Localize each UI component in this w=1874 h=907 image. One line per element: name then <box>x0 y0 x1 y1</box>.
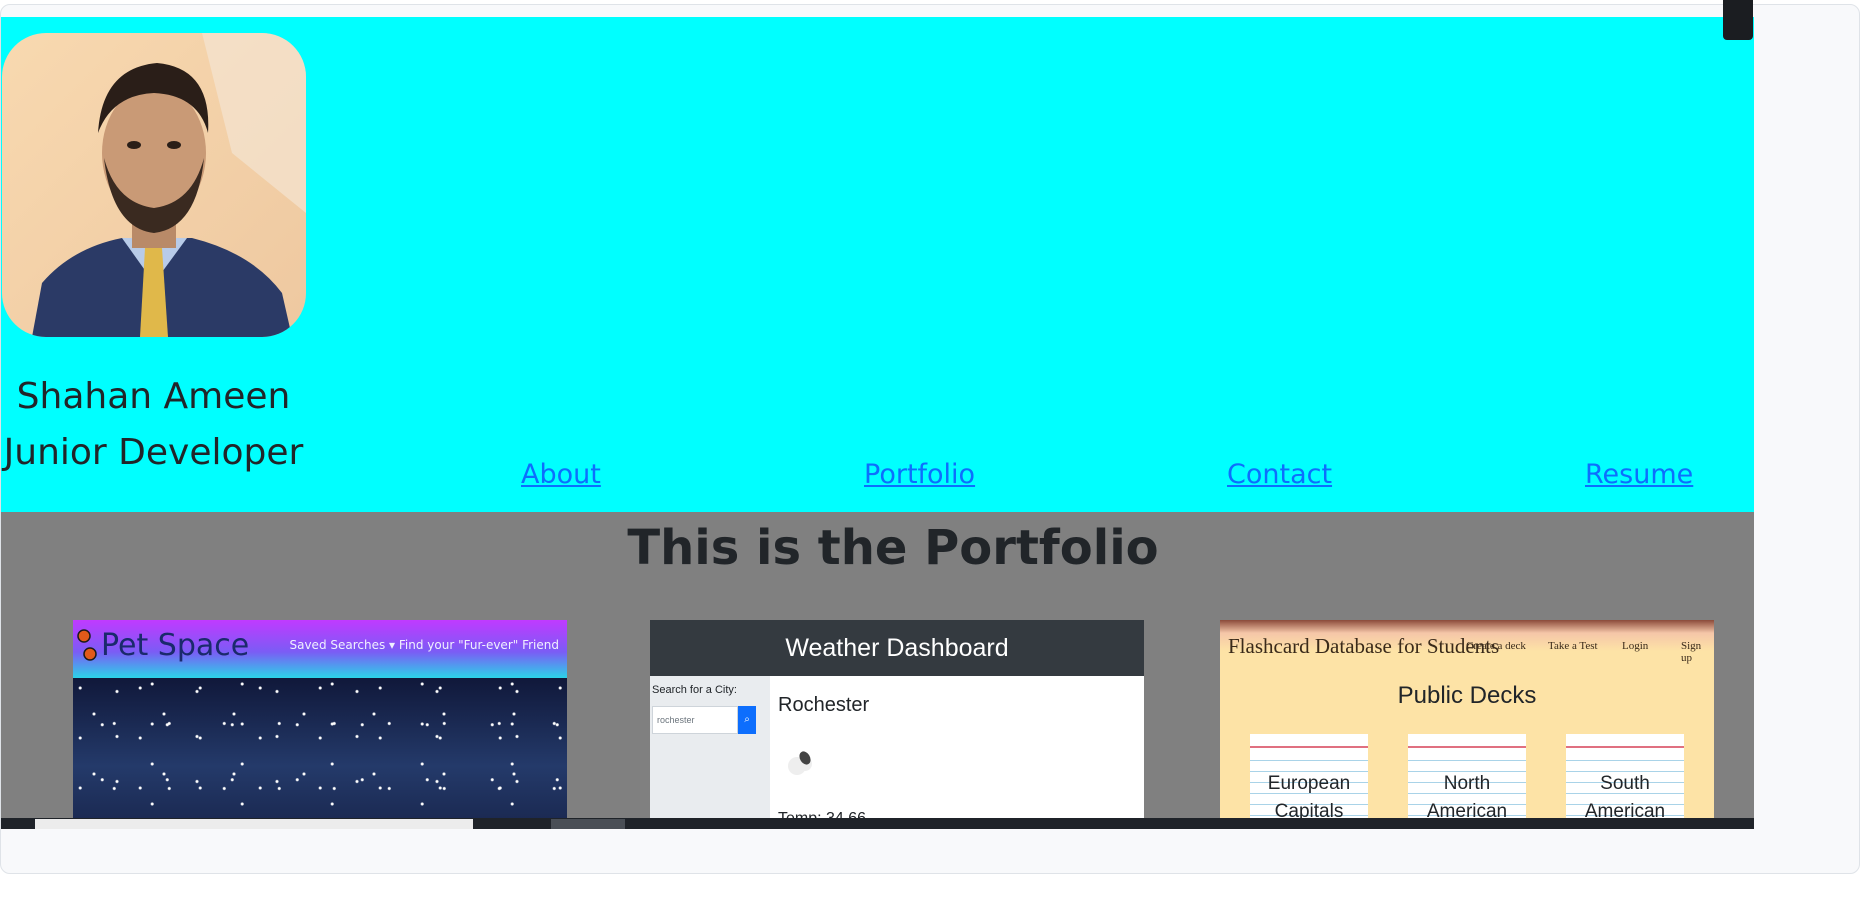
nav-link-contact[interactable]: Contact <box>1227 459 1332 490</box>
floating-widget[interactable] <box>1723 0 1753 40</box>
weather-search-input: rochester <box>652 706 738 734</box>
flashcards-header: Flashcard Database for Students Create a… <box>1220 620 1714 672</box>
project-card-flashcards[interactable]: Flashcard Database for Students Create a… <box>1220 620 1714 825</box>
pet-space-logo: Pet Space <box>101 628 250 663</box>
project-card-pet-space[interactable]: Pet Space Saved Searches ▾ Find your "Fu… <box>73 620 567 825</box>
flashcards-nav-test: Take a Test <box>1548 640 1598 652</box>
pet-space-nav: Saved Searches ▾ Find your "Fur-ever" Fr… <box>289 638 559 652</box>
browser-frame: Shahan Ameen Junior Developer About Port… <box>0 4 1860 874</box>
site-header: Shahan Ameen Junior Developer About Port… <box>1 17 1754 512</box>
portfolio-section: This is the Portfolio Pet Space Saved Se… <box>1 512 1754 825</box>
deck-card: South American <box>1566 734 1684 825</box>
scrollbar-segment <box>551 819 625 829</box>
flashcards-nav-create: Create a deck <box>1466 640 1526 652</box>
nav-link-about[interactable]: About <box>521 459 601 490</box>
paw-icon <box>77 629 97 661</box>
project-card-weather-dashboard[interactable]: Weather Dashboard Search for a City: roc… <box>650 620 1144 825</box>
profile-role: Junior Developer <box>3 432 304 473</box>
weather-city: Rochester <box>778 694 870 716</box>
portfolio-title: This is the Portfolio <box>627 520 1159 576</box>
horizontal-scrollbar[interactable] <box>1 818 1754 829</box>
flashcards-nav-signup: Sign up <box>1681 640 1702 664</box>
nav-link-resume[interactable]: Resume <box>1585 459 1693 490</box>
profile-photo <box>2 33 306 337</box>
pet-space-starfield <box>73 678 567 825</box>
page-viewport: Shahan Ameen Junior Developer About Port… <box>1 17 1754 825</box>
scrollbar-thumb[interactable] <box>35 819 473 829</box>
nav-link-portfolio[interactable]: Portfolio <box>864 459 975 490</box>
pet-space-header: Pet Space Saved Searches ▾ Find your "Fu… <box>73 620 567 678</box>
weather-sidebar: Search for a City: rochester ⌕ <box>650 676 770 825</box>
flashcards-title: Flashcard Database for Students <box>1228 634 1500 658</box>
profile-name: Shahan Ameen <box>16 376 291 417</box>
deck-card: European Capitals <box>1250 734 1368 825</box>
profile-photo-image <box>2 33 306 337</box>
flashcards-public-decks-heading: Public Decks <box>1397 682 1537 709</box>
deck-card: North American <box>1408 734 1526 825</box>
flashcards-nav-login: Login <box>1622 640 1649 652</box>
weather-dashboard-title: Weather Dashboard <box>650 620 1144 676</box>
weather-search-label: Search for a City: <box>652 684 737 696</box>
cloud-icon <box>788 751 812 775</box>
profile-name-block: Shahan Ameen Junior Developer <box>1 369 306 481</box>
search-icon: ⌕ <box>738 706 756 734</box>
